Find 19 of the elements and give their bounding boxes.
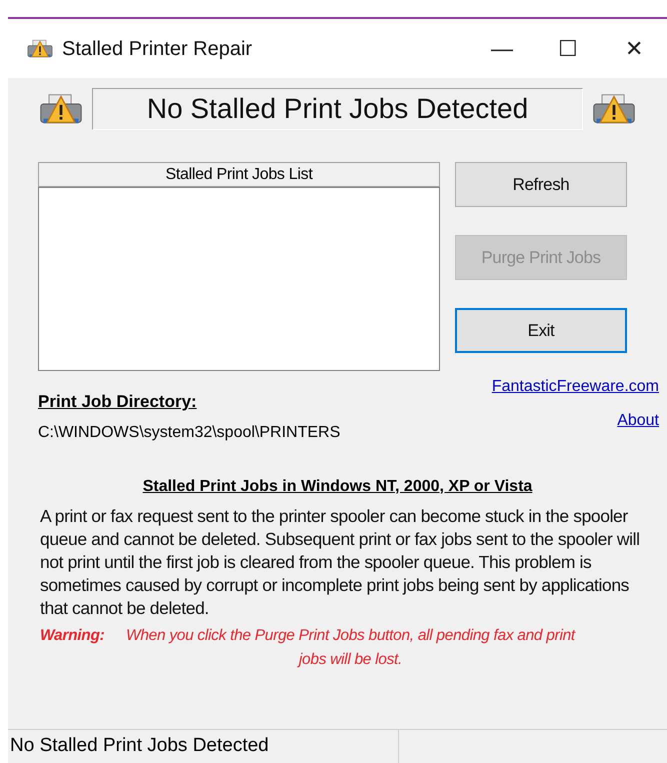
status-banner: No Stalled Print Jobs Detected — [92, 88, 583, 130]
printer-warning-icon — [26, 38, 54, 60]
action-button[interactable]: Refresh — [455, 162, 627, 207]
web-link[interactable]: About — [617, 409, 659, 433]
status-text: No Stalled Print Jobs Detected — [9, 734, 270, 758]
info-paragraph: A print or fax request sent to the printer spooler can become stuck in the spooler queue and cannot be deleted. Subsequent print or fax jobs sent to the spooler will not print until the first job is cleared from the spooler queue. This problem is sometimes caused by corrupt or incomplete print jobs being sent by applications that cannot be deleted. — [40, 504, 640, 620]
warning-label: Warning: — [40, 626, 104, 646]
close-button[interactable]: ✕ — [601, 28, 667, 68]
directory-path: C:\WINDOWS\system32\spool\PRINTERS — [38, 422, 340, 442]
web-link[interactable]: FantasticFreeware.com — [492, 375, 659, 399]
action-button[interactable]: Exit — [455, 308, 627, 353]
list-header: Stalled Print Jobs List — [38, 162, 440, 187]
window-title: Stalled Printer Repair — [62, 36, 252, 62]
directory-label: Print Job Directory: — [38, 391, 198, 413]
maximize-button[interactable]: ☐ — [535, 28, 601, 68]
info-heading: Stalled Print Jobs in Windows NT, 2000, XP or Vista — [142, 476, 534, 496]
job-list[interactable] — [38, 187, 440, 371]
minimize-button[interactable]: — — [469, 28, 535, 68]
warning-message: When you click the Purge Print Jobs button, all pending fax and print jobs will be lost. — [125, 626, 577, 670]
